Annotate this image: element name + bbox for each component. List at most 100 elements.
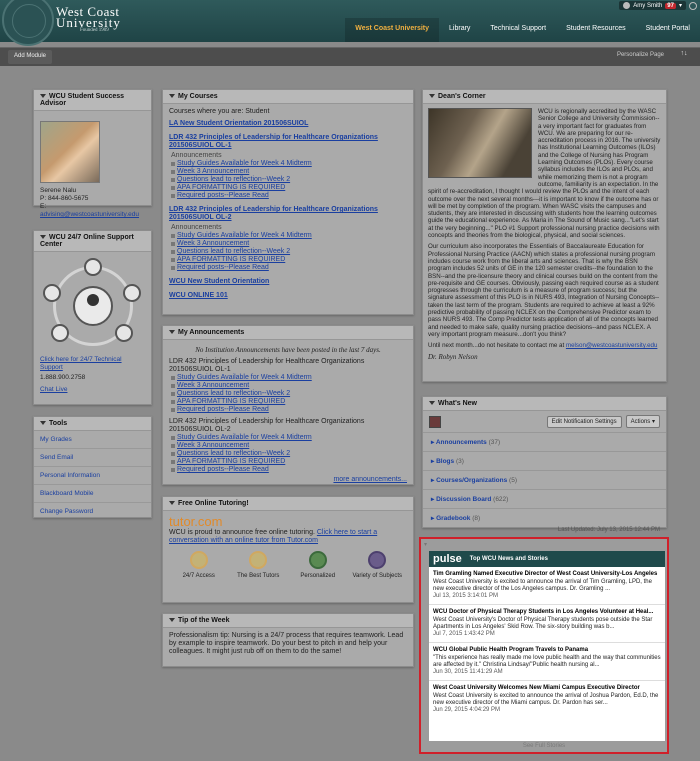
- announcement-link[interactable]: Questions lead to reflection--Week 2: [171, 176, 407, 184]
- tool-my-grades[interactable]: My Grades: [34, 431, 151, 449]
- tip-module-title[interactable]: Tip of the Week: [163, 614, 413, 628]
- pulse-panel: pulse Top WCU News and Stories Tim Graml…: [429, 551, 665, 741]
- news-headline[interactable]: Tim Gramling Named Executive Director of…: [433, 571, 661, 578]
- announcement-link[interactable]: Week 3 Announcement: [171, 382, 407, 390]
- news-headline[interactable]: WCU Global Public Health Program Travels…: [433, 647, 661, 654]
- badge-variety-subjects: Variety of Subjects: [352, 551, 402, 580]
- news-date: Jun 29, 2015 4:04:29 PM: [433, 707, 501, 713]
- personalize-page-link[interactable]: Personalize Page: [617, 52, 664, 58]
- announcements-module-title[interactable]: My Announcements: [163, 326, 413, 340]
- news-item[interactable]: WCU Global Public Health Program Travels…: [429, 643, 665, 681]
- tab-technical-support[interactable]: Technical Support: [480, 18, 556, 42]
- tutoring-module-title[interactable]: Free Online Tutoring!: [163, 497, 413, 511]
- add-module-button[interactable]: Add Module: [8, 50, 53, 64]
- whats-new-row[interactable]: ▸ Courses/Organizations (5): [423, 471, 666, 490]
- announcement-link[interactable]: Required posts--Please Read: [171, 264, 407, 272]
- dean-module-title[interactable]: Dean's Corner: [423, 90, 666, 104]
- announcement-link[interactable]: APA FORMATTING IS REQUIRED: [171, 184, 407, 192]
- collapse-icon[interactable]: [169, 501, 175, 506]
- pulse-title: Top WCU News and Stories: [469, 556, 548, 562]
- more-announcements-link[interactable]: more announcements...: [333, 476, 407, 483]
- news-item[interactable]: West Coast University Welcomes New Miami…: [429, 681, 665, 718]
- tab-student-resources[interactable]: Student Resources: [556, 18, 636, 42]
- user-menu[interactable]: Amy Smith 97 ▾: [619, 1, 686, 10]
- user-avatar-icon: [623, 2, 631, 9]
- announcement-link[interactable]: Questions lead to reflection--Week 2: [171, 450, 407, 458]
- news-headline[interactable]: West Coast University Welcomes New Miami…: [433, 685, 661, 692]
- whats-new-row[interactable]: ▸ Blogs (3): [423, 452, 666, 471]
- collapse-icon[interactable]: [169, 94, 175, 99]
- tool-personal-information[interactable]: Personal Information: [34, 467, 151, 485]
- collapse-icon[interactable]: [40, 94, 46, 99]
- actions-button[interactable]: Actions ▾: [625, 415, 660, 428]
- tool-change-password[interactable]: Change Password: [34, 503, 151, 520]
- tool-blackboard-mobile[interactable]: Blackboard Mobile: [34, 485, 151, 503]
- tutoring-module: Free Online Tutoring! tutor.com WCU is p…: [162, 496, 414, 603]
- courses-module-title[interactable]: My Courses: [163, 90, 413, 104]
- announcement-link[interactable]: Questions lead to reflection--Week 2: [171, 248, 407, 256]
- course-link[interactable]: LDR 432 Principles of Leadership for Hea…: [169, 134, 407, 150]
- tab-west-coast-university[interactable]: West Coast University: [345, 18, 440, 42]
- course-link[interactable]: WCU New Student Orientation: [169, 278, 407, 286]
- tool-send-email[interactable]: Send Email: [34, 449, 151, 467]
- advisor-module-title[interactable]: WCU Student Success Advisor: [34, 90, 151, 111]
- top-nav: West Coast University Library Technical …: [345, 18, 700, 42]
- advisor-email-link[interactable]: advising@westcoastuniversity.edu: [40, 211, 139, 218]
- course-link[interactable]: WCU ONLINE 101: [169, 292, 407, 300]
- tab-library[interactable]: Library: [439, 18, 480, 42]
- reorder-icon[interactable]: ↑↓: [676, 50, 692, 64]
- course-link[interactable]: LDR 432 Principles of Leadership for Hea…: [169, 206, 407, 222]
- announcement-link[interactable]: Required posts--Please Read: [171, 192, 407, 200]
- whats-new-row[interactable]: ▸ Discussion Board (622): [423, 490, 666, 509]
- announcement-link[interactable]: APA FORMATTING IS REQUIRED: [171, 398, 407, 406]
- dean-email-link[interactable]: melson@westcoastuniversity.edu: [566, 342, 657, 349]
- advisor-name: Serene Nalu: [40, 187, 77, 194]
- announcement-link[interactable]: Questions lead to reflection--Week 2: [171, 390, 407, 398]
- support-phone: 1.888.900.2758: [40, 374, 86, 381]
- dean-photo: [428, 108, 532, 178]
- course-link[interactable]: LA New Student Orientation 201506SUIOL: [169, 120, 407, 128]
- collapse-icon[interactable]: [429, 401, 435, 406]
- courses-intro: Courses where you are: Student: [169, 108, 270, 115]
- collapse-icon[interactable]: [169, 330, 175, 335]
- announcement-link[interactable]: APA FORMATTING IS REQUIRED: [171, 458, 407, 466]
- announcement-link[interactable]: Study Guides Available for Week 4 Midter…: [171, 232, 407, 240]
- tech-support-link[interactable]: Click here for 24/7 Technical Support: [40, 356, 122, 371]
- announcement-link[interactable]: Week 3 Announcement: [171, 240, 407, 248]
- collapse-icon[interactable]: [429, 94, 435, 99]
- collapse-icon[interactable]: ▾: [424, 541, 427, 548]
- dean-signature: Dr. Robyn Nelson: [428, 352, 478, 361]
- collapse-icon[interactable]: [169, 618, 175, 623]
- whats-new-title[interactable]: What's New: [423, 397, 666, 411]
- announcement-link[interactable]: Study Guides Available for Week 4 Midter…: [171, 160, 407, 168]
- tab-student-portal[interactable]: Student Portal: [636, 18, 700, 42]
- news-headline[interactable]: WCU Doctor of Physical Therapy Students …: [433, 609, 661, 616]
- tutor-icon: [249, 551, 268, 569]
- chat-live-link[interactable]: Chat Live: [40, 386, 67, 393]
- collapse-icon[interactable]: [40, 421, 46, 426]
- see-full-stories-link[interactable]: See Full Stories: [421, 743, 667, 749]
- whats-new-row[interactable]: ▸ Gradebook (8): [423, 509, 666, 527]
- announcement-link[interactable]: APA FORMATTING IS REQUIRED: [171, 256, 407, 264]
- announcement-link[interactable]: Required posts--Please Read: [171, 466, 407, 474]
- announcement-link[interactable]: Study Guides Available for Week 4 Midter…: [171, 434, 407, 442]
- announcement-link[interactable]: Study Guides Available for Week 4 Midter…: [171, 374, 407, 382]
- university-logo[interactable]: West Coast University Founded 1909: [56, 5, 121, 34]
- edit-notification-settings-button[interactable]: Edit Notification Settings: [546, 415, 622, 428]
- network-icon: [368, 551, 387, 569]
- clock-icon: [189, 551, 208, 569]
- logout-icon[interactable]: [689, 2, 697, 10]
- announcement-link[interactable]: Required posts--Please Read: [171, 406, 407, 414]
- whats-new-row[interactable]: ▸ Announcements (37): [423, 433, 666, 452]
- support-module-title[interactable]: WCU 24/7 Online Support Center: [34, 231, 151, 252]
- mobile-icon: [122, 284, 141, 302]
- support-graphic: [42, 258, 143, 352]
- tools-module-title[interactable]: Tools: [34, 417, 151, 431]
- announcement-link[interactable]: Week 3 Announcement: [171, 442, 407, 450]
- news-item[interactable]: WCU Doctor of Physical Therapy Students …: [429, 605, 665, 643]
- university-seal-icon: [2, 0, 54, 46]
- collapse-icon[interactable]: [40, 235, 46, 240]
- announcement-link[interactable]: Week 3 Announcement: [171, 168, 407, 176]
- announcements-label: Announcements: [171, 152, 222, 159]
- news-item[interactable]: Tim Gramling Named Executive Director of…: [429, 567, 665, 605]
